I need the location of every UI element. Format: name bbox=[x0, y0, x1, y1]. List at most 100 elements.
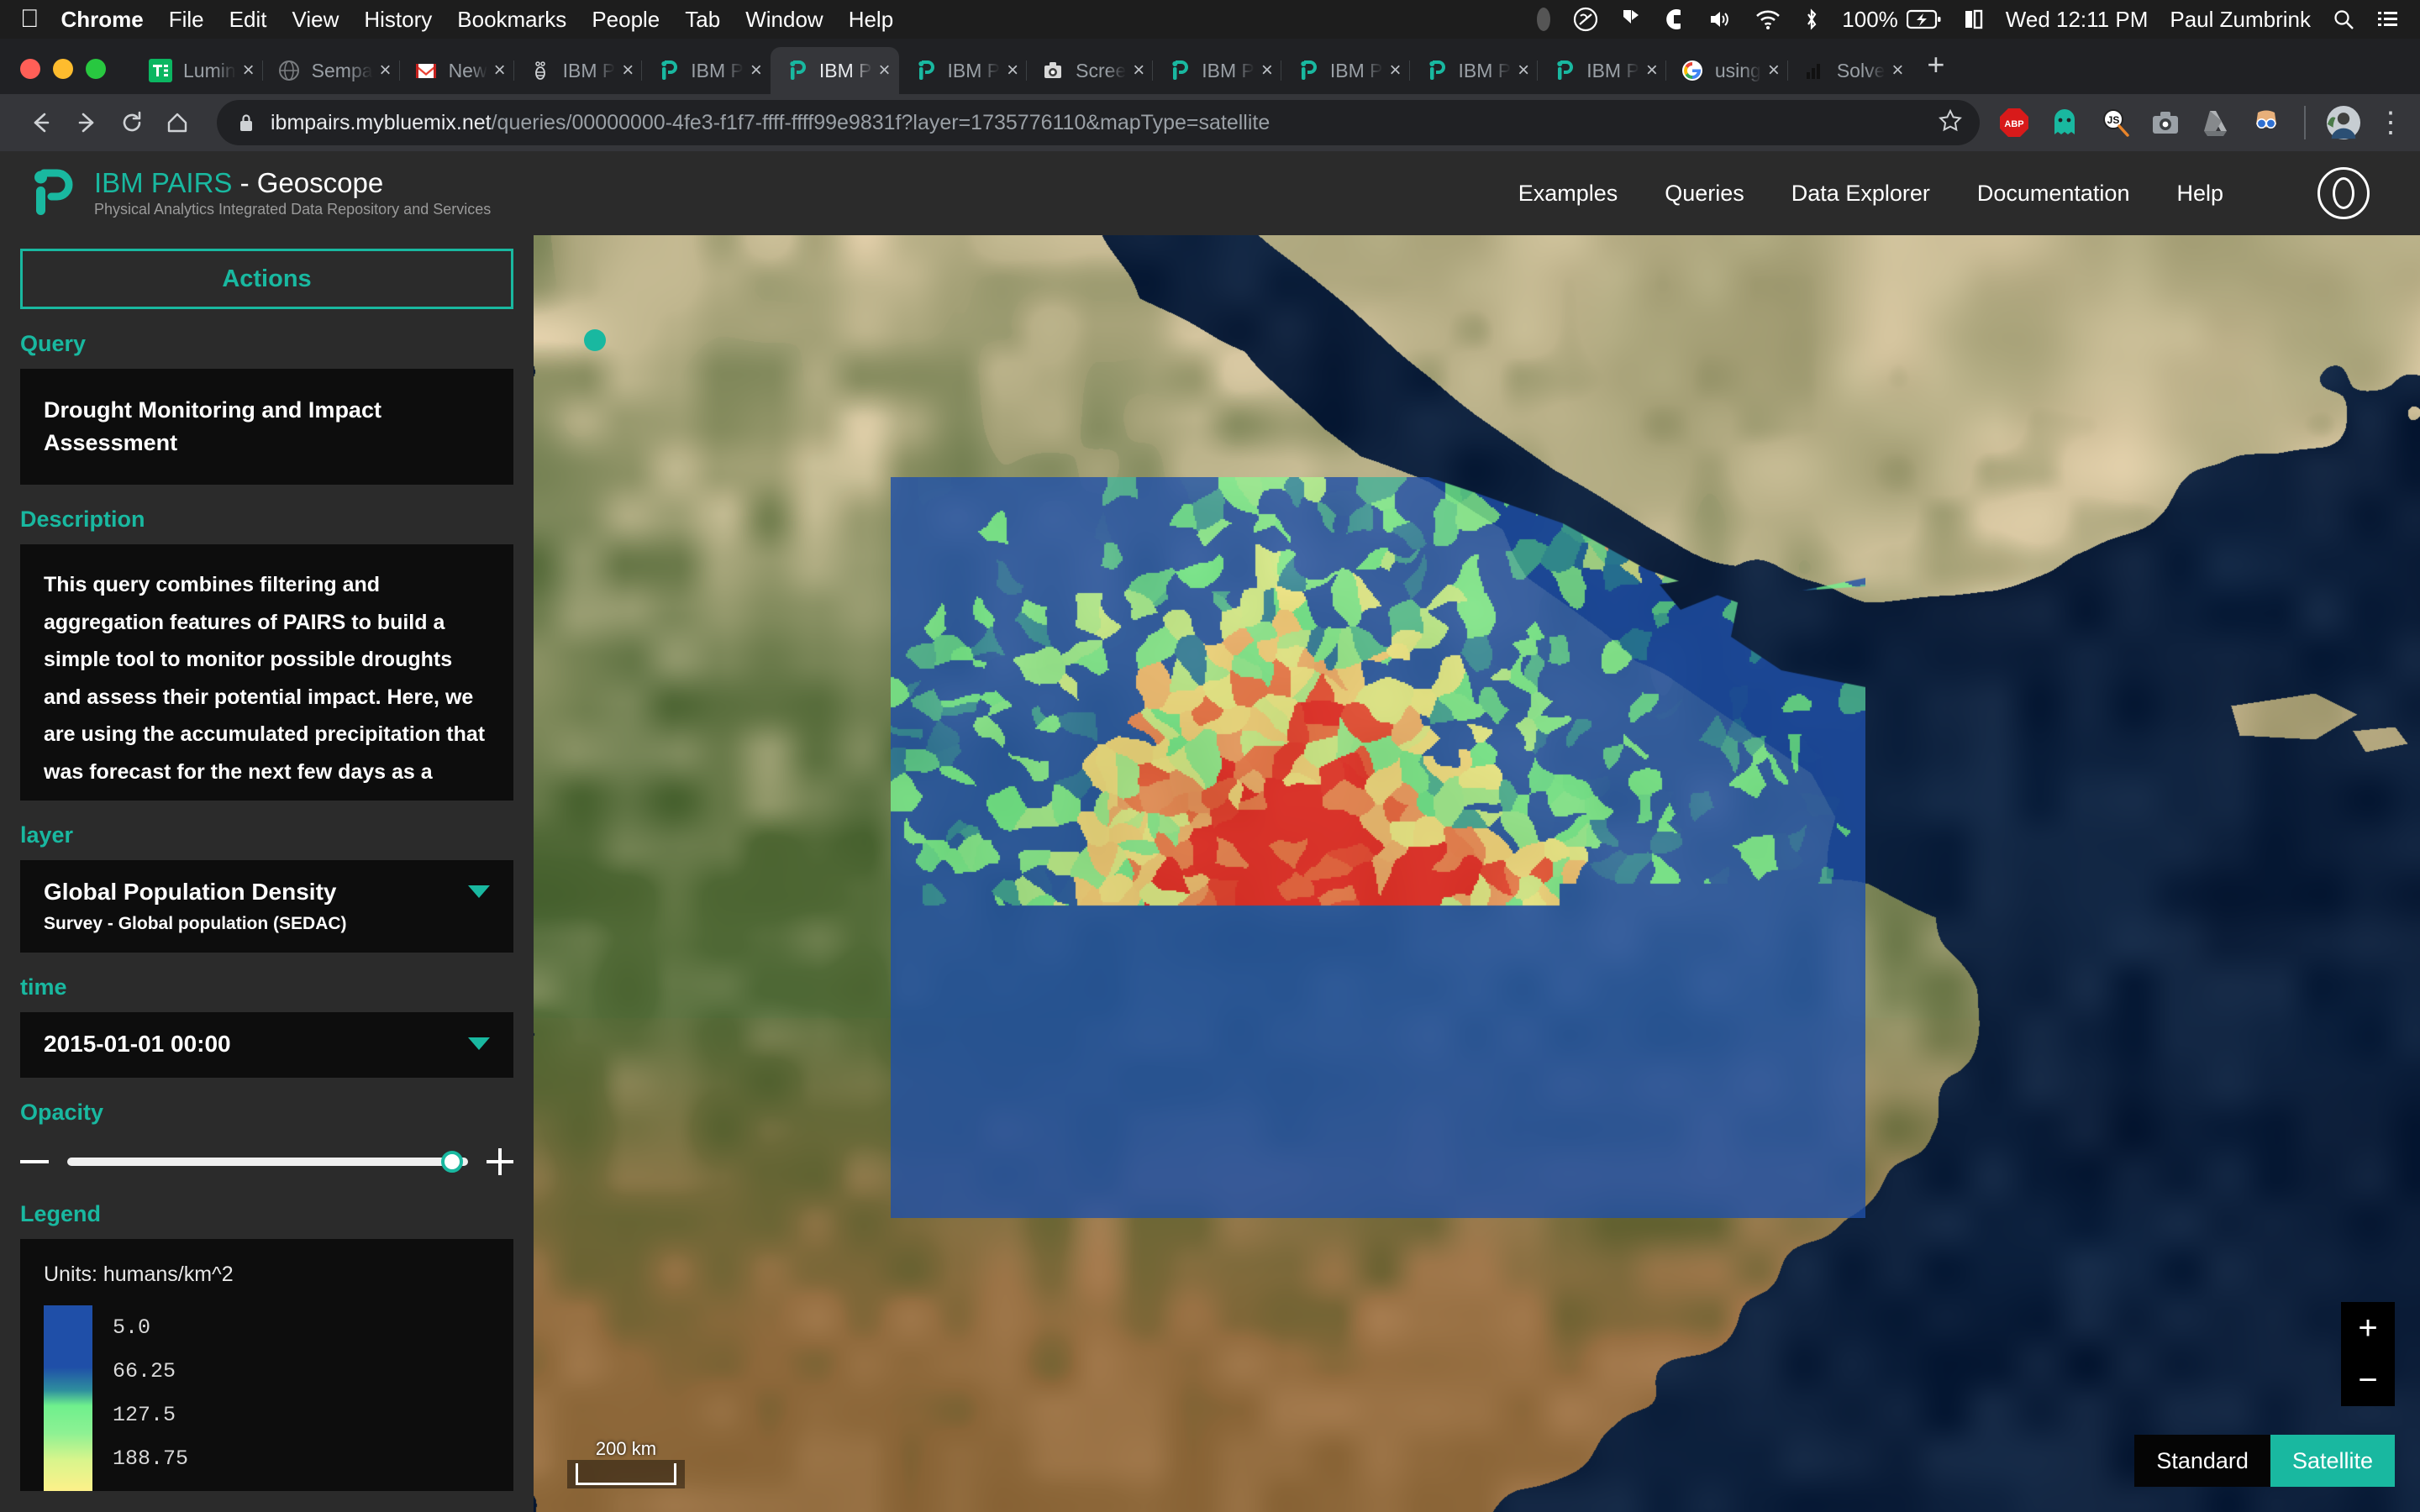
volume-icon[interactable] bbox=[1707, 7, 1733, 32]
nav-item-documentation[interactable]: Documentation bbox=[1977, 181, 2130, 207]
nav-item-help[interactable]: Help bbox=[2176, 181, 2223, 207]
profile-avatar[interactable] bbox=[2326, 105, 2361, 140]
opacity-slider-track[interactable] bbox=[67, 1158, 468, 1166]
google-drive-icon[interactable] bbox=[2198, 105, 2233, 140]
browser-tab-active[interactable]: IBM P × bbox=[771, 47, 899, 94]
opacity-plus-icon[interactable] bbox=[487, 1148, 513, 1175]
tab-title: IBM P bbox=[563, 60, 616, 82]
time-select[interactable]: 2015-01-01 00:00 bbox=[20, 1012, 513, 1078]
spotlight-search-icon[interactable] bbox=[2333, 8, 2354, 30]
siri-icon[interactable] bbox=[1536, 7, 1551, 32]
tab-close-icon[interactable]: × bbox=[1390, 59, 1402, 82]
menu-item-view[interactable]: View bbox=[292, 7, 339, 33]
user-name-label[interactable]: Paul Zumbrink bbox=[2170, 7, 2311, 33]
opacity-slider-knob[interactable] bbox=[441, 1151, 463, 1173]
browser-tab[interactable]: IBM P × bbox=[642, 47, 771, 94]
map-scale-bar: 200 km bbox=[567, 1460, 685, 1488]
menu-item-window[interactable]: Window bbox=[745, 7, 823, 33]
tab-close-icon[interactable]: × bbox=[243, 59, 255, 82]
tab-close-icon[interactable]: × bbox=[1646, 59, 1658, 82]
opacity-minus-icon[interactable] bbox=[20, 1160, 49, 1163]
browser-tab[interactable]: IBM P × bbox=[1538, 47, 1666, 94]
menu-item-file[interactable]: File bbox=[169, 7, 204, 33]
nav-item-queries[interactable]: Queries bbox=[1665, 181, 1744, 207]
address-bar[interactable]: ibmpairs.mybluemix.net/queries/00000000-… bbox=[217, 100, 1980, 145]
basemap-standard-button[interactable]: Standard bbox=[2134, 1435, 2270, 1487]
dropbox-icon[interactable] bbox=[1620, 7, 1642, 32]
chevron-down-icon[interactable] bbox=[468, 1037, 490, 1050]
home-icon[interactable] bbox=[155, 100, 200, 145]
menu-item-bookmarks[interactable]: Bookmarks bbox=[457, 7, 566, 33]
bluetooth-icon[interactable] bbox=[1803, 7, 1820, 32]
maximize-window-button[interactable] bbox=[86, 59, 106, 79]
basemap-satellite-button[interactable]: Satellite bbox=[2270, 1435, 2395, 1487]
menu-item-people[interactable]: People bbox=[592, 7, 660, 33]
extensions-toolbar: ABP JS ⋮ bbox=[1991, 105, 2402, 140]
browser-tab[interactable]: Solve × bbox=[1788, 47, 1912, 94]
menu-item-chrome[interactable]: Chrome bbox=[61, 7, 144, 33]
ghostery-icon[interactable] bbox=[2047, 105, 2082, 140]
browser-tab[interactable]: Lumin × bbox=[134, 47, 263, 94]
browser-tab[interactable]: IBM P × bbox=[1410, 47, 1539, 94]
tab-close-icon[interactable]: × bbox=[879, 59, 891, 82]
tab-close-icon[interactable]: × bbox=[1768, 59, 1780, 82]
map-canvas[interactable]: 200 km + − Standard Satellite bbox=[534, 235, 2420, 1512]
browser-tab[interactable]: Scree × bbox=[1027, 47, 1153, 94]
legend-colorbar bbox=[44, 1305, 92, 1491]
minimize-window-button[interactable] bbox=[53, 59, 73, 79]
browser-tab[interactable]: Sempa × bbox=[263, 47, 400, 94]
screenshot-extension-icon[interactable] bbox=[2148, 105, 2183, 140]
menu-item-edit[interactable]: Edit bbox=[229, 7, 267, 33]
tab-close-icon[interactable]: × bbox=[380, 59, 392, 82]
browser-tab[interactable]: New × bbox=[400, 47, 514, 94]
menu-item-help[interactable]: Help bbox=[849, 7, 893, 33]
browser-tab[interactable]: IBM P × bbox=[1281, 47, 1410, 94]
menu-item-history[interactable]: History bbox=[364, 7, 432, 33]
account-circle-icon[interactable] bbox=[2317, 167, 2370, 219]
apple-icon[interactable]:  bbox=[20, 7, 39, 32]
tab-close-icon[interactable]: × bbox=[750, 59, 762, 82]
menu-item-tab[interactable]: Tab bbox=[685, 7, 720, 33]
clock-label[interactable]: Wed 12:11 PM bbox=[2006, 7, 2149, 33]
adblock-plus-icon[interactable]: ABP bbox=[1996, 105, 2032, 140]
nav-item-data-explorer[interactable]: Data Explorer bbox=[1791, 181, 1930, 207]
query-card[interactable]: Drought Monitoring and Impact Assessment bbox=[20, 369, 513, 485]
tab-close-icon[interactable]: × bbox=[1261, 59, 1273, 82]
caffeine-icon[interactable] bbox=[1664, 7, 1686, 32]
description-card[interactable]: This query combines filtering and aggreg… bbox=[20, 544, 513, 801]
browser-tab[interactable]: IBM P × bbox=[1153, 47, 1281, 94]
tab-close-icon[interactable]: × bbox=[1891, 59, 1903, 82]
layer-select[interactable]: Global Population Density Survey - Globa… bbox=[20, 860, 513, 953]
reload-icon[interactable] bbox=[109, 100, 155, 145]
tab-close-icon[interactable]: × bbox=[494, 59, 506, 82]
creative-cloud-icon[interactable] bbox=[1573, 7, 1598, 32]
forward-arrow-icon[interactable] bbox=[64, 100, 109, 145]
battery-icon[interactable] bbox=[1907, 9, 1942, 29]
map-marker-dot[interactable] bbox=[584, 329, 606, 351]
chrome-menu-icon[interactable]: ⋮ bbox=[2376, 116, 2402, 130]
browser-tab[interactable]: IBM P × bbox=[899, 47, 1028, 94]
tab-close-icon[interactable]: × bbox=[1518, 59, 1529, 82]
tab-close-icon[interactable]: × bbox=[622, 59, 634, 82]
nav-item-examples[interactable]: Examples bbox=[1518, 181, 1618, 207]
description-section-label: Description bbox=[0, 485, 534, 544]
chevron-down-icon[interactable] bbox=[468, 885, 490, 898]
back-arrow-icon[interactable] bbox=[18, 100, 64, 145]
js-inspector-icon[interactable]: JS bbox=[2097, 105, 2133, 140]
control-center-icon[interactable] bbox=[2376, 8, 2400, 30]
tab-close-icon[interactable]: × bbox=[1007, 59, 1018, 82]
display-icon[interactable] bbox=[1964, 8, 1984, 30]
reader-glasses-icon[interactable] bbox=[2249, 105, 2284, 140]
tab-close-icon[interactable]: × bbox=[1133, 59, 1144, 82]
close-window-button[interactable] bbox=[20, 59, 40, 79]
wifi-icon[interactable] bbox=[1754, 7, 1781, 32]
actions-button[interactable]: Actions bbox=[20, 249, 513, 309]
browser-tab[interactable]: IBM P × bbox=[514, 47, 643, 94]
pairs-logo-icon[interactable] bbox=[22, 163, 82, 223]
bookmark-star-icon[interactable] bbox=[1938, 108, 1963, 139]
query-section-label: Query bbox=[0, 309, 534, 369]
new-tab-button[interactable]: + bbox=[1912, 47, 1960, 94]
zoom-out-button[interactable]: − bbox=[2341, 1354, 2395, 1406]
browser-tab[interactable]: using × bbox=[1666, 47, 1788, 94]
zoom-in-button[interactable]: + bbox=[2341, 1302, 2395, 1354]
